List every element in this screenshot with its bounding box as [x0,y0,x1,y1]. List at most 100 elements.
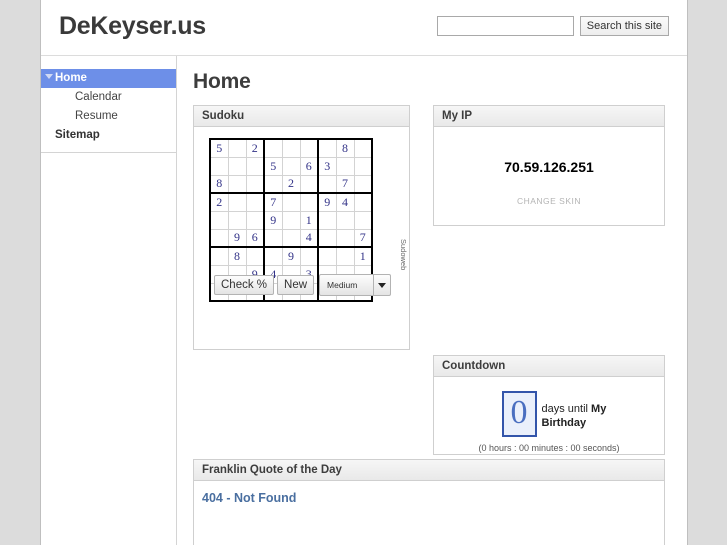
sudoku-cell[interactable] [281,228,301,248]
sudoku-cell[interactable] [209,228,229,248]
sudoku-cell[interactable]: 5 [209,138,229,158]
change-skin-link[interactable]: CHANGE SKIN [440,196,658,206]
sudoku-cell[interactable]: 9 [281,246,301,266]
sudoku-cell[interactable] [317,246,337,266]
site-title: DeKeyser.us [59,12,206,40]
sudoku-cell[interactable] [245,246,265,266]
sudoku-cell[interactable] [353,138,373,158]
sudoku-watermark: Sudoweb [399,239,408,271]
panel-myip-body: 70.59.126.251 CHANGE SKIN [434,127,664,212]
sudoku-cell[interactable]: 1 [299,210,319,230]
sudoku-row: 52 8 [209,138,373,158]
sudoku-check-button[interactable]: Check % [214,275,275,295]
sidebar-item-label: Calendar [75,91,122,103]
panel-countdown-title: Countdown [434,356,664,377]
sudoku-cell[interactable] [263,138,283,158]
sudoku-cell[interactable] [299,138,319,158]
sudoku-cell[interactable] [281,156,301,176]
content-columns: Home Calendar Resume Sitemap Home Sudoku… [41,55,687,545]
search-input[interactable] [436,16,574,36]
sudoku-cell[interactable] [353,174,373,194]
panel-sudoku-title: Sudoku [194,106,409,127]
sudoku-cell[interactable]: 9 [317,192,337,212]
sudoku-cell[interactable]: 8 [209,174,229,194]
sudoku-row: 563 [209,156,373,176]
search-button[interactable]: Search this site [579,16,669,36]
sudoku-cell[interactable] [281,138,301,158]
sudoku-cell[interactable]: 7 [353,228,373,248]
countdown-display: 0 days until My Birthday [440,391,658,437]
sudoku-cell[interactable] [353,192,373,212]
sudoku-cell[interactable]: 8 [335,138,355,158]
countdown-label: days until My Birthday [537,391,623,430]
sidebar-item-calendar[interactable]: Calendar [41,88,176,107]
sudoku-cell[interactable] [209,210,229,230]
sudoku-row: 96 4 7 [209,228,373,248]
sudoku-cell[interactable]: 6 [299,156,319,176]
panel-franklin-title: Franklin Quote of the Day [194,460,664,481]
main-content: Home Sudoku 5285638272794919647891943326… [177,56,687,545]
sudoku-cell[interactable] [317,228,337,248]
sudoku-cell[interactable]: 6 [245,228,265,248]
sudoku-cell[interactable] [353,210,373,230]
sudoku-cell[interactable] [317,138,337,158]
sidebar-item-sitemap[interactable]: Sitemap [41,126,176,145]
sudoku-new-button[interactable]: New [277,275,315,295]
sudoku-cell[interactable] [227,210,247,230]
sidebar-item-resume[interactable]: Resume [41,107,176,126]
sudoku-cell[interactable]: 7 [263,192,283,212]
sudoku-cell[interactable]: 4 [335,192,355,212]
sudoku-cell[interactable] [299,192,319,212]
chevron-down-icon[interactable] [373,275,390,295]
chevron-down-icon[interactable] [45,74,53,79]
countdown-prefix: days until [541,403,592,415]
sidebar-item-label: Sitemap [55,129,100,141]
sudoku-cell[interactable]: 8 [227,246,247,266]
sudoku-row: 2 7 94 [209,192,373,212]
panel-franklin: Franklin Quote of the Day 404 - Not Foun… [193,459,665,545]
sudoku-cell[interactable] [299,174,319,194]
sidebar-item-label: Resume [75,110,118,122]
sudoku-cell[interactable] [263,174,283,194]
sudoku-cell[interactable]: 2 [245,138,265,158]
sudoku-cell[interactable] [335,156,355,176]
sudoku-cell[interactable] [245,156,265,176]
sudoku-cell[interactable] [281,210,301,230]
sidebar-nav: Home Calendar Resume Sitemap [41,69,176,145]
page-title: Home [193,70,251,93]
sudoku-cell[interactable]: 7 [335,174,355,194]
sudoku-cell[interactable] [335,246,355,266]
sudoku-cell[interactable] [227,174,247,194]
sudoku-cell[interactable] [245,210,265,230]
sudoku-cell[interactable] [209,156,229,176]
sudoku-cell[interactable] [227,192,247,212]
sudoku-cell[interactable]: 5 [263,156,283,176]
sudoku-cell[interactable] [335,228,355,248]
sudoku-cell[interactable] [281,192,301,212]
sudoku-difficulty-value: Medium [327,280,358,290]
sudoku-row: 91 [209,210,373,230]
sudoku-cell[interactable] [245,174,265,194]
sudoku-cell[interactable] [317,210,337,230]
sudoku-cell[interactable]: 3 [317,156,337,176]
sudoku-cell[interactable] [353,156,373,176]
sudoku-cell[interactable] [209,246,229,266]
sudoku-cell[interactable] [227,156,247,176]
sudoku-cell[interactable]: 9 [263,210,283,230]
panel-sudoku-body: 5285638272794919647891943326 Sudoweb Che… [194,127,409,302]
sudoku-cell[interactable]: 1 [353,246,373,266]
sudoku-cell[interactable]: 9 [227,228,247,248]
sudoku-cell[interactable]: 2 [209,192,229,212]
sudoku-difficulty-select[interactable]: Medium [319,274,392,296]
sudoku-cell[interactable] [317,174,337,194]
sudoku-cell[interactable] [263,228,283,248]
sidebar-item-home[interactable]: Home [41,69,176,88]
sudoku-cell[interactable] [299,246,319,266]
sudoku-cell[interactable] [245,192,265,212]
sudoku-cell[interactable] [227,138,247,158]
sudoku-cell[interactable]: 2 [281,174,301,194]
sudoku-cell[interactable] [263,246,283,266]
panel-franklin-body: 404 - Not Found [194,481,664,515]
sudoku-cell[interactable] [335,210,355,230]
sudoku-cell[interactable]: 4 [299,228,319,248]
